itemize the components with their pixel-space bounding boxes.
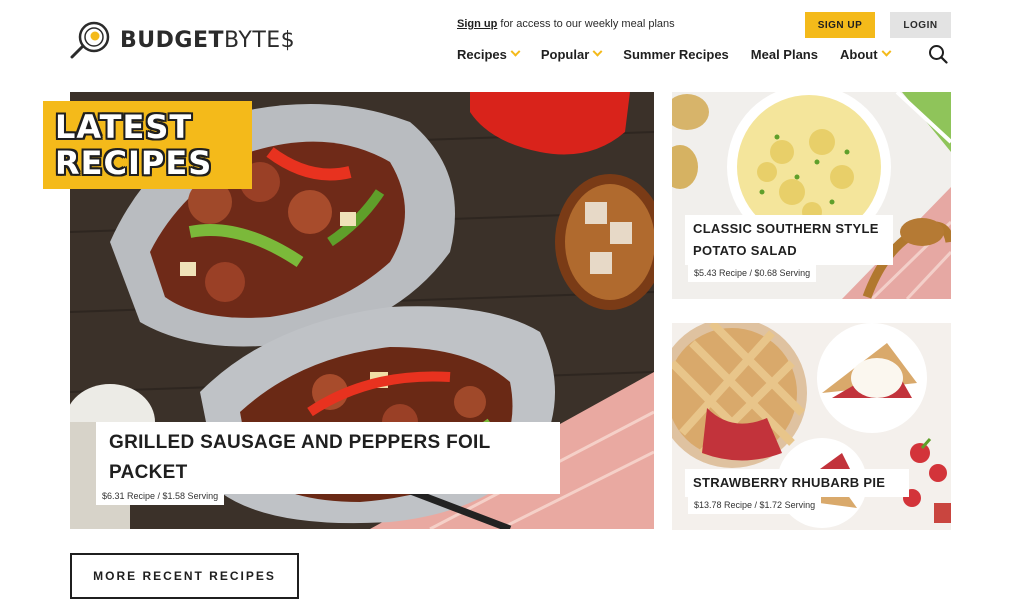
search-icon <box>929 45 948 64</box>
promo-text: for access to our weekly meal plans <box>497 18 675 30</box>
signup-link[interactable]: Sign up <box>457 18 497 30</box>
chevron-down-icon <box>510 46 521 57</box>
nav-item-meal-plans[interactable]: Meal Plans <box>751 47 818 62</box>
strawberry-pie-title[interactable]: STRAWBERRY RHUBARB PIE <box>685 469 909 497</box>
nav-item-popular[interactable]: Popular <box>541 46 603 62</box>
skillet-egg-icon <box>70 21 110 59</box>
signup-button[interactable]: SIGN UP <box>805 12 875 38</box>
nav-item-recipes[interactable]: Recipes <box>457 46 521 62</box>
logo-wordmark: BUDGETBYTE$ <box>120 27 296 53</box>
latest-recipes-badge: LATEST RECIPES <box>43 101 252 189</box>
strawberry-pie-price: $13.78 Recipe / $1.72 Serving <box>688 496 822 514</box>
featured-recipe-price: $6.31 Recipe / $1.58 Serving <box>96 487 225 505</box>
chevron-down-icon <box>881 46 891 57</box>
more-recent-recipes-button[interactable]: MORE RECENT RECIPES <box>70 553 299 599</box>
nav-item-summer-recipes[interactable]: Summer Recipes <box>623 47 729 62</box>
site-logo[interactable]: BUDGETBYTE$ <box>70 20 295 60</box>
search-button[interactable] <box>928 44 948 64</box>
nav-item-about[interactable]: About <box>840 46 891 62</box>
login-button[interactable]: LOGIN <box>890 12 951 38</box>
signup-promo: Sign up for access to our weekly meal pl… <box>457 18 675 30</box>
latest-line-2: RECIPES <box>55 144 213 182</box>
potato-salad-price: $5.43 Recipe / $0.68 Serving <box>688 264 817 282</box>
main-nav: Recipes Popular Summer Recipes Meal Plan… <box>457 44 912 64</box>
featured-recipe-title[interactable]: GRILLED SAUSAGE AND PEPPERS FOIL PACKET <box>96 422 560 494</box>
latest-line-1: LATEST <box>55 108 193 146</box>
chevron-down-icon <box>592 46 603 57</box>
potato-salad-title[interactable]: CLASSIC SOUTHERN STYLE POTATO SALAD <box>685 215 893 265</box>
